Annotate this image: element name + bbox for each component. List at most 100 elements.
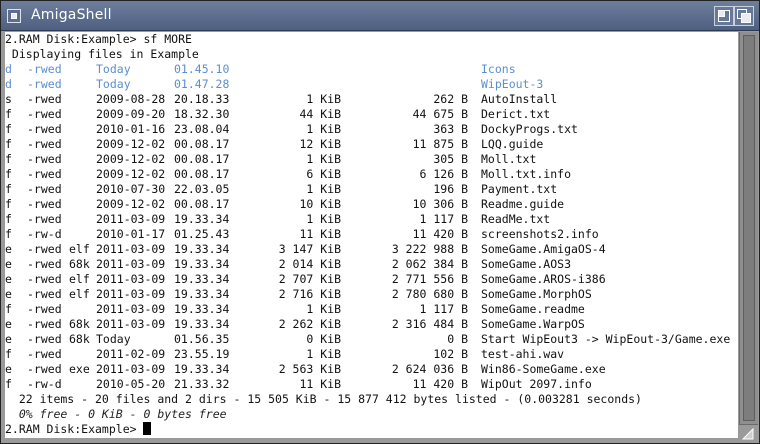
entry-type: f: [5, 227, 12, 241]
entry-date: 2009-12-02: [96, 137, 166, 151]
entry-size2: 11 420 B: [412, 377, 468, 391]
entry-type: f: [5, 302, 12, 316]
entry-name: WipEout-3: [481, 77, 544, 91]
entry-name: SomeGame.AOS3: [481, 257, 572, 271]
entry-type: e: [5, 242, 12, 256]
entry-name: SomeGame.WarpOS: [481, 317, 585, 331]
entry-date: 2009-12-02: [96, 197, 166, 211]
scrollbar-track[interactable]: [743, 35, 755, 421]
entry-size2: 102 B: [433, 347, 468, 361]
entry-date: 2011-03-09: [96, 272, 166, 286]
entry-name: Icons: [481, 62, 516, 76]
entry-arch: elf: [69, 287, 90, 301]
entry-type: f: [5, 347, 12, 361]
entry-size1: 11 KiB: [299, 377, 341, 391]
entry-name: Derict.txt: [481, 107, 551, 121]
entry-time: 01.47.28: [174, 77, 230, 91]
entry-type: e: [5, 287, 12, 301]
entry-size1: 1 KiB: [306, 302, 341, 316]
entry-time: 19.33.34: [174, 212, 230, 226]
entry-time: 23.55.19: [174, 347, 230, 361]
entry-arch: elf: [69, 242, 90, 256]
entry-type: f: [5, 377, 12, 391]
entry-size2: 3 222 988 B: [391, 242, 468, 256]
entry-time: 00.08.17: [174, 137, 230, 151]
depth-icon[interactable]: [734, 6, 754, 26]
entry-type: d: [5, 62, 12, 76]
prompt-text: 2.RAM Disk:Example>: [5, 422, 144, 436]
prompt-line[interactable]: 2.RAM Disk:Example>: [5, 422, 151, 437]
entry-type: f: [5, 182, 12, 196]
title-bar[interactable]: AmigaShell: [1, 1, 759, 31]
entry-type: d: [5, 77, 12, 91]
entry-prot: -rwed: [27, 197, 62, 211]
entry-date: Today: [96, 62, 131, 76]
entry-name: SomeGame.readme: [481, 302, 585, 316]
entry-date: 2011-03-09: [96, 317, 166, 331]
command-line: 2.RAM Disk:Example> sf MORE: [5, 32, 192, 46]
entry-prot: -rwed: [27, 77, 62, 91]
entry-type: e: [5, 257, 12, 271]
entry-size1: 2 262 KiB: [278, 317, 341, 331]
entry-prot: -rwed: [27, 212, 62, 226]
entry-size1: 1 KiB: [306, 212, 341, 226]
entry-date: 2009-08-28: [96, 92, 166, 106]
entry-date: 2011-03-09: [96, 257, 166, 271]
entry-size1: 11 KiB: [299, 227, 341, 241]
entry-time: 19.33.34: [174, 362, 230, 376]
entry-size1: 1 KiB: [306, 347, 341, 361]
entry-time: 19.33.34: [174, 257, 230, 271]
entry-prot: -rwed: [27, 62, 62, 76]
entry-size1: 12 KiB: [299, 137, 341, 151]
entry-size1: 1 KiB: [306, 122, 341, 136]
entry-size2: 2 624 036 B: [391, 362, 468, 376]
entry-prot: -rwed: [27, 242, 62, 256]
entry-size2: 1 117 B: [419, 302, 468, 316]
zoom-icon[interactable]: [714, 6, 734, 26]
summary-line: 22 items - 20 files and 2 dirs - 15 505 …: [5, 392, 642, 406]
resize-icon[interactable]: [739, 424, 758, 442]
entry-type: e: [5, 317, 12, 331]
console-output[interactable]: 2.RAM Disk:Example> sf MORE Displaying f…: [5, 32, 738, 438]
entry-arch: 68k: [69, 257, 90, 271]
entry-size1: 3 147 KiB: [278, 242, 341, 256]
entry-arch: 68k: [69, 317, 90, 331]
entry-arch: 68k: [69, 332, 90, 346]
entry-size1: 1 KiB: [306, 152, 341, 166]
entry-time: 01.56.35: [174, 332, 230, 346]
entry-prot: -rwed: [27, 152, 62, 166]
entry-size2: 2 780 680 B: [391, 287, 468, 301]
entry-date: 2011-03-09: [96, 212, 166, 226]
listing-header: Displaying files in Example: [5, 47, 199, 61]
entry-name: Start WipEout3 -> WipEout-3/Game.exe: [481, 332, 731, 346]
entry-name: LQQ.guide: [481, 137, 544, 151]
entry-arch: exe: [69, 362, 90, 376]
entry-prot: -rw-d: [27, 227, 62, 241]
entry-type: f: [5, 197, 12, 211]
entry-size2: 10 306 B: [412, 197, 468, 211]
entry-type: f: [5, 137, 12, 151]
entry-time: 23.08.04: [174, 122, 230, 136]
entry-time: 00.08.17: [174, 197, 230, 211]
entry-name: AutoInstall: [481, 92, 558, 106]
entry-name: screenshots2.info: [481, 227, 599, 241]
entry-time: 01.45.10: [174, 62, 230, 76]
entry-prot: -rwed: [27, 122, 62, 136]
entry-prot: -rwed: [27, 272, 62, 286]
entry-size2: 2 062 384 B: [391, 257, 468, 271]
entry-size1: 2 563 KiB: [278, 362, 341, 376]
entry-prot: -rwed: [27, 347, 62, 361]
entry-prot: -rwed: [27, 257, 62, 271]
entry-date: 2011-02-09: [96, 347, 166, 361]
entry-size1: 2 716 KiB: [278, 287, 341, 301]
entry-type: f: [5, 167, 12, 181]
vertical-scrollbar[interactable]: [739, 32, 758, 442]
close-icon[interactable]: [7, 9, 21, 23]
entry-date: 2011-03-09: [96, 362, 166, 376]
entry-prot: -rwed: [27, 182, 62, 196]
entry-prot: -rwed: [27, 287, 62, 301]
entry-prot: -rwed: [27, 317, 62, 331]
entry-type: s: [5, 92, 12, 106]
entry-time: 00.08.17: [174, 167, 230, 181]
entry-size1: 1 KiB: [306, 92, 341, 106]
